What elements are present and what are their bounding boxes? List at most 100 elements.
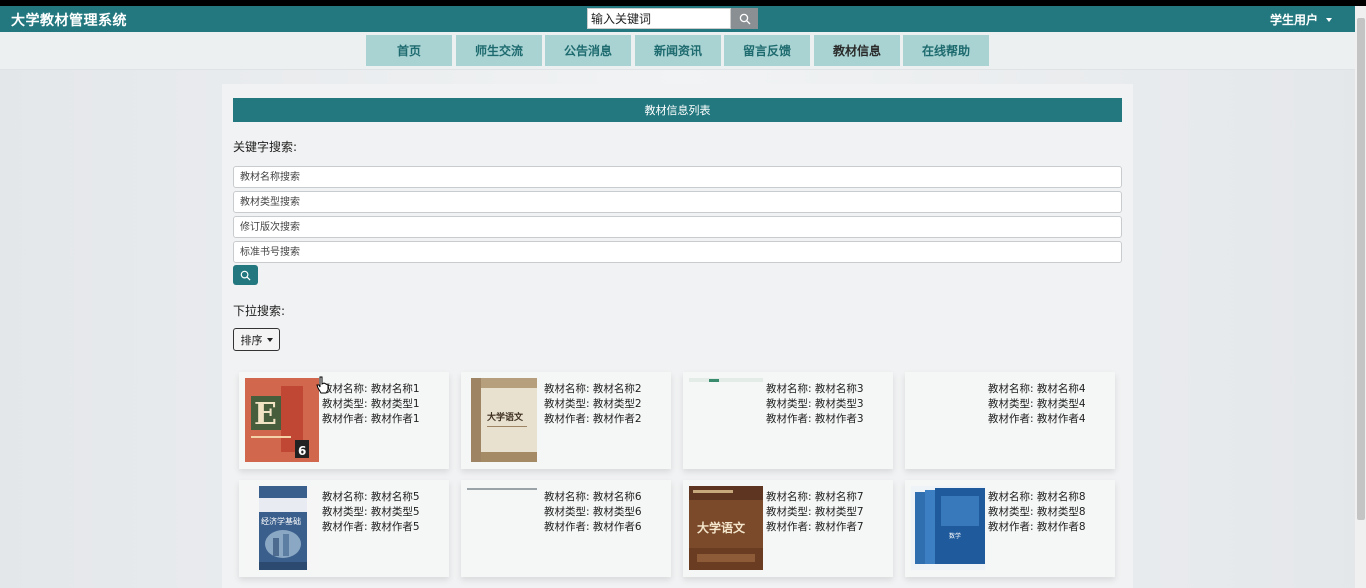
chinese-textbook-brown-cover: 大学语文 [689,486,763,570]
nav-item-feedback[interactable]: 留言反馈 [724,35,810,66]
page-scrollbar-thumb[interactable] [1357,18,1365,520]
book-cover-image[interactable] [467,486,541,570]
nav-item-home[interactable]: 首页 [366,35,452,66]
book-cover-image[interactable]: 大学语文 [467,378,541,462]
book-author-label: 教材作者: [544,521,590,533]
book-cover-image[interactable]: E 6 [245,378,319,462]
nav-item-announcements[interactable]: 公告消息 [545,35,631,66]
isbn-search-input[interactable] [233,241,1122,263]
book-author: 教材作者6 [592,521,642,533]
book-card[interactable]: 教材名称: 教材名称6 教材类型: 教材类型6 教材作者: 教材作者6 [461,480,671,577]
book-name: 教材名称2 [592,383,642,395]
main-content: 教材信息列表 关键字搜索: 下拉搜索: 排序 E 6 [222,84,1133,588]
nav-item-communication[interactable]: 师生交流 [456,35,542,66]
book-author: 教材作者2 [592,413,642,425]
book-name: 教材名称7 [814,491,864,503]
caret-down-icon [266,337,273,342]
keyword-search-button[interactable] [233,265,258,285]
partial-cover [689,378,763,382]
book-cover-image[interactable]: 经济学基础 [245,486,319,570]
book-card[interactable]: 数学 教材名称: 教材名称8 教材类型: 教材类型8 教材作者: 教材作者8 [905,480,1115,577]
book-cover-image[interactable]: 数学 [911,486,985,570]
book-cover-image[interactable]: 大学语文 [689,486,763,570]
search-icon [240,270,251,281]
book-card[interactable]: 大学语文 教材名称: 教材名称2 教材类型: 教材类型2 教材作者: 教材作者2 [461,372,671,469]
chevron-down-icon [1326,17,1333,22]
book-type-label: 教材类型: [544,398,590,410]
book-type-label: 教材类型: [544,506,590,518]
revision-search-input[interactable] [233,216,1122,238]
keyword-search-label: 关键字搜索: [233,140,298,154]
sort-dropdown-button[interactable]: 排序 [233,328,280,351]
book-author: 教材作者1 [370,413,420,425]
top-navbar: 大学教材管理系统 学生用户 [0,6,1355,32]
book-name: 教材名称4 [1036,383,1086,395]
book-type-label: 教材类型: [322,506,368,518]
english-textbook-cover: E 6 [245,378,319,462]
book-author: 教材作者3 [814,413,864,425]
user-menu-label: 学生用户 [1270,13,1319,27]
svg-text:数学: 数学 [949,532,961,540]
textbook-name-search-input[interactable] [233,166,1122,188]
book-card[interactable]: 经济学基础 教材名称: 教材名称5 教材类型: 教材类型5 教材作者: 教材作者… [239,480,449,577]
book-info: 教材名称: 教材名称5 教材类型: 教材类型5 教材作者: 教材作者5 [322,490,420,535]
book-type: 教材类型6 [592,506,642,518]
book-author: 教材作者8 [1036,521,1086,533]
book-type-label: 教材类型: [988,506,1034,518]
book-info: 教材名称: 教材名称3 教材类型: 教材类型3 教材作者: 教材作者3 [766,382,864,427]
book-info: 教材名称: 教材名称2 教材类型: 教材类型2 教材作者: 教材作者2 [544,382,642,427]
book-cover-image[interactable] [689,378,763,462]
book-author: 教材作者5 [370,521,420,533]
hand-cursor-icon [316,376,329,394]
book-name: 教材名称6 [592,491,642,503]
book-name-label: 教材名称: [988,383,1034,395]
book-info: 教材名称: 教材名称7 教材类型: 教材类型7 教材作者: 教材作者7 [766,490,864,535]
svg-text:6: 6 [298,444,306,458]
nav-item-textbooks[interactable]: 教材信息 [814,35,900,66]
book-author: 教材作者7 [814,521,864,533]
top-search-button[interactable] [731,8,758,29]
book-name-label: 教材名称: [988,491,1034,503]
book-author-label: 教材作者: [988,521,1034,533]
book-info: 教材名称: 教材名称8 教材类型: 教材类型8 教材作者: 教材作者8 [988,490,1086,535]
book-info: 教材名称: 教材名称1 教材类型: 教材类型1 教材作者: 教材作者1 [322,382,420,427]
app-title: 大学教材管理系统 [11,13,127,29]
book-type-label: 教材类型: [766,398,812,410]
economics-textbook-cover: 经济学基础 [245,486,319,570]
nav-item-news[interactable]: 新闻资讯 [635,35,721,66]
chinese-textbook-cover: 大学语文 [471,378,537,462]
svg-text:经济学基础: 经济学基础 [261,516,301,526]
book-name-label: 教材名称: [544,491,590,503]
book-name-label: 教材名称: [766,383,812,395]
book-type: 教材类型5 [370,506,420,518]
book-type: 教材类型8 [1036,506,1086,518]
book-type: 教材类型1 [370,398,420,410]
book-type: 教材类型2 [592,398,642,410]
nav-item-help[interactable]: 在线帮助 [903,35,989,66]
book-type: 教材类型3 [814,398,864,410]
top-search-input[interactable] [587,8,731,29]
panel-title: 教材信息列表 [233,98,1122,122]
book-name-label: 教材名称: [322,491,368,503]
book-card[interactable]: E 6 教材名称: 教材名称1 教材类型: 教材类型1 教材作者: 教材作者1 [239,372,449,469]
user-menu[interactable]: 学生用户 [1270,11,1333,28]
book-card[interactable]: 教材名称: 教材名称4 教材类型: 教材类型4 教材作者: 教材作者4 [905,372,1115,469]
book-card[interactable]: 教材名称: 教材名称3 教材类型: 教材类型3 教材作者: 教材作者3 [683,372,893,469]
search-icon [739,13,750,24]
sort-label: 排序 [240,333,263,347]
book-type-label: 教材类型: [988,398,1034,410]
book-author-label: 教材作者: [766,413,812,425]
book-name: 教材名称8 [1036,491,1086,503]
book-author: 教材作者4 [1036,413,1086,425]
book-name-label: 教材名称: [766,491,812,503]
textbook-type-search-input[interactable] [233,191,1122,213]
book-name: 教材名称5 [370,491,420,503]
svg-text:大学语文: 大学语文 [487,411,524,423]
svg-text:E: E [254,397,277,432]
book-author-label: 教材作者: [766,521,812,533]
book-type: 教材类型7 [814,506,864,518]
book-cover-image[interactable] [911,378,985,462]
book-card[interactable]: 大学语文 教材名称: 教材名称7 教材类型: 教材类型7 教材作者: 教材作者7 [683,480,893,577]
book-author-label: 教材作者: [322,413,368,425]
book-author-label: 教材作者: [988,413,1034,425]
